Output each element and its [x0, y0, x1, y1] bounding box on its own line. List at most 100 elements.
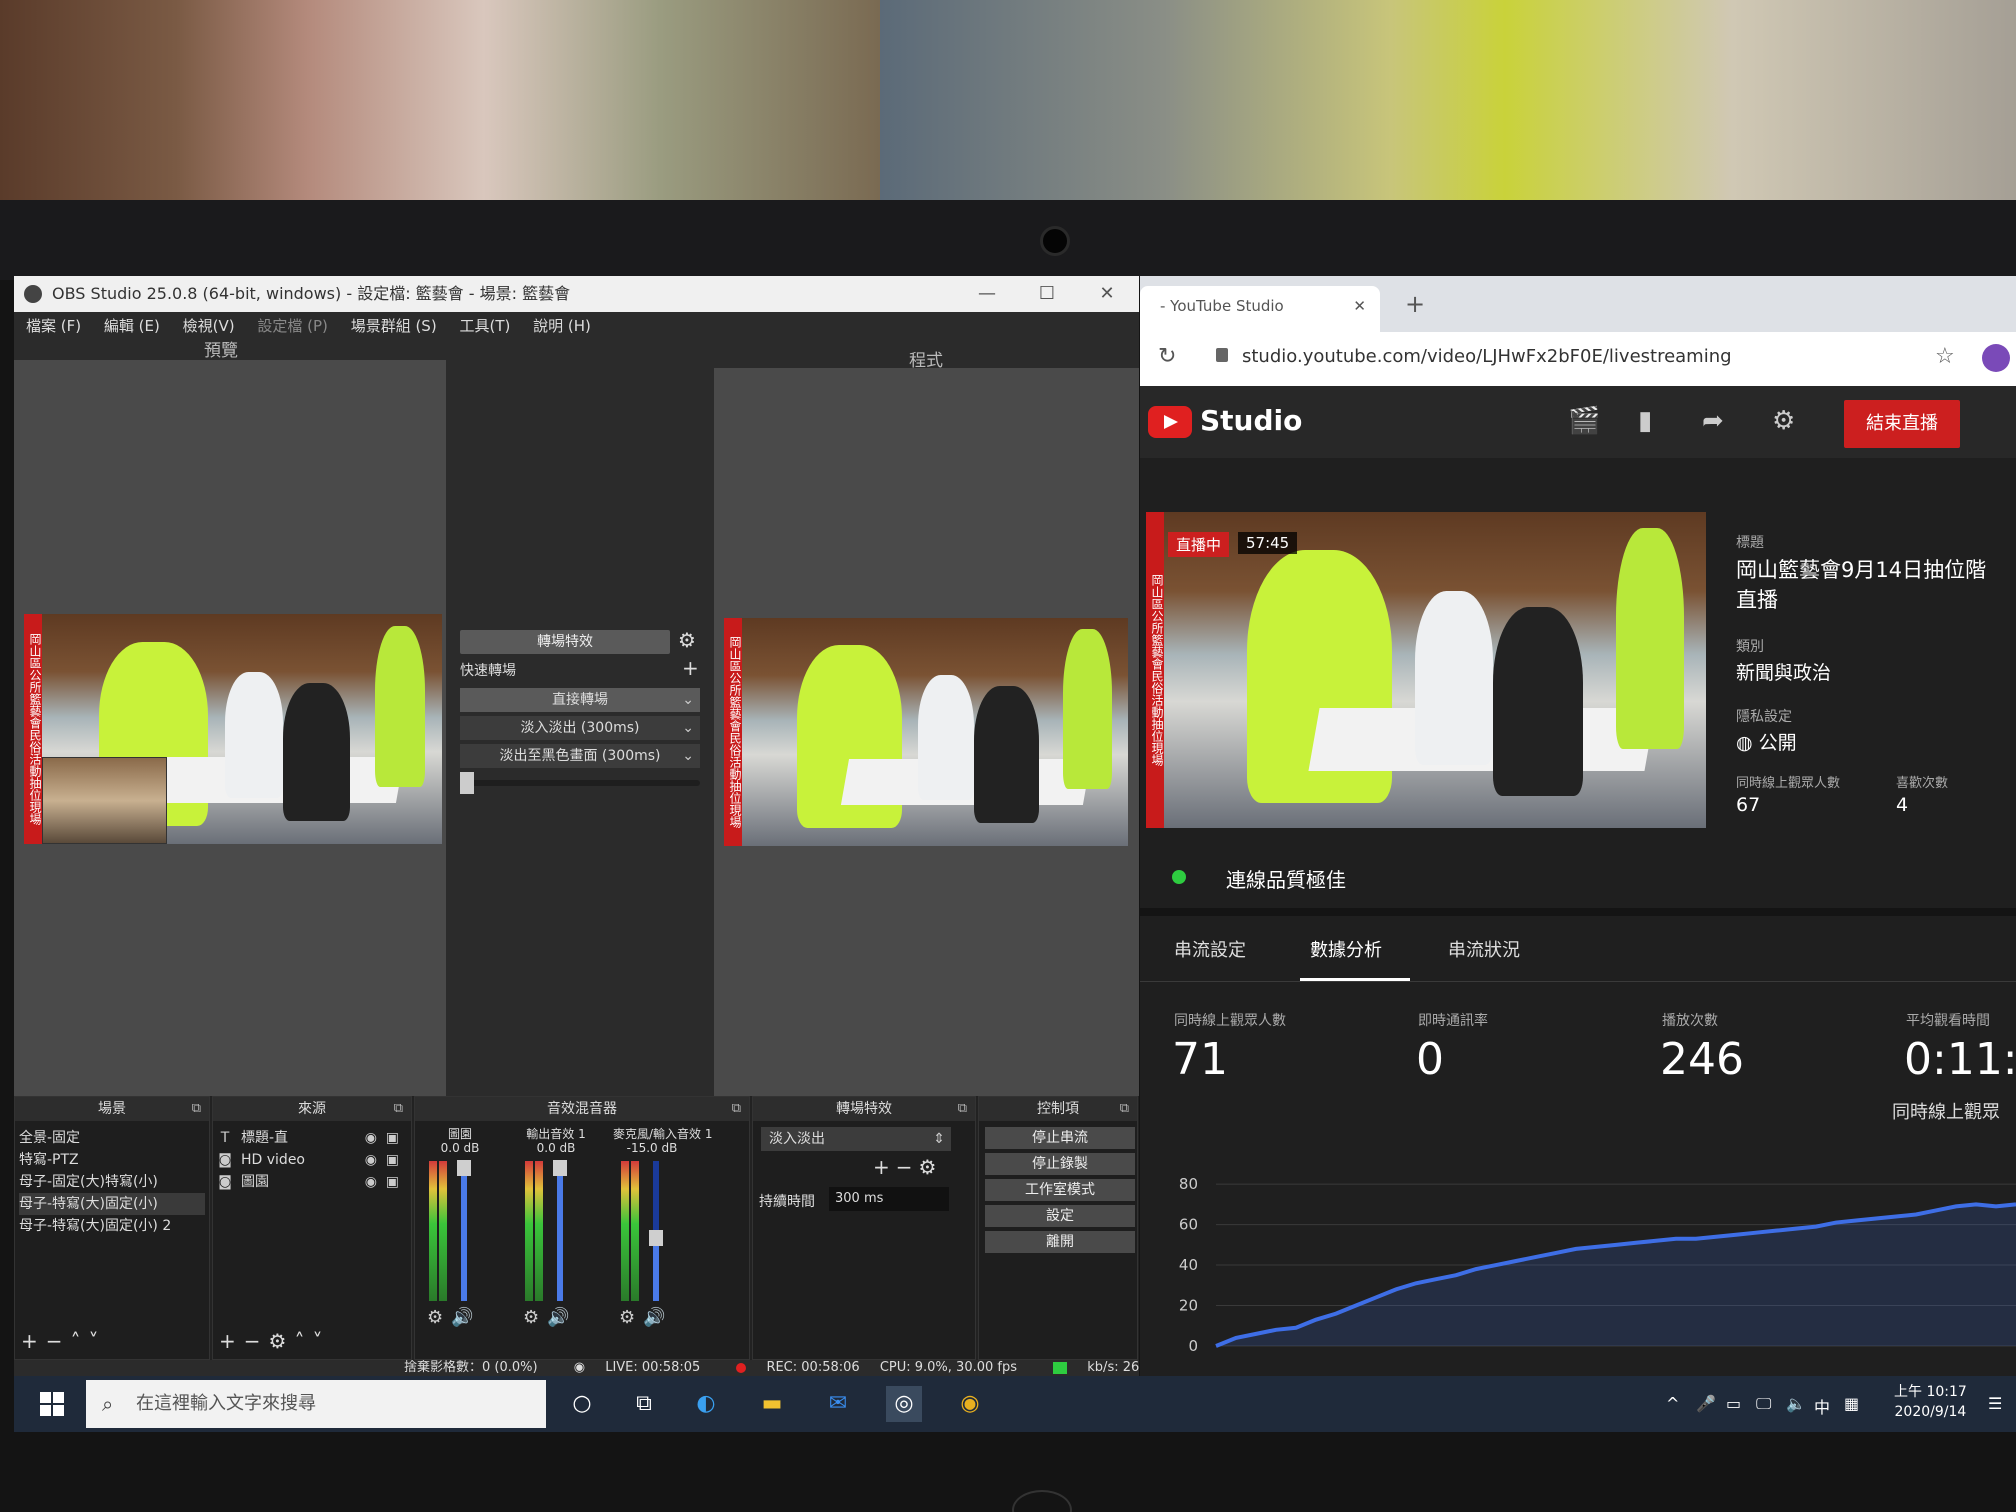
stop-recording-button[interactable]: 停止錄製 [985, 1153, 1135, 1175]
volume-fader[interactable] [553, 1160, 567, 1301]
gear-icon[interactable]: ⚙ [523, 1307, 539, 1328]
cortana-icon[interactable]: ○ [564, 1386, 600, 1422]
menu-help[interactable]: 說明 (H) [533, 312, 591, 340]
menu-file[interactable]: 檔案 (F) [26, 312, 81, 340]
remove-icon[interactable]: − [896, 1155, 919, 1179]
speaker-icon[interactable]: 🔊 [547, 1307, 569, 1328]
menu-profile[interactable]: 設定檔 (P) [257, 312, 328, 340]
scene-item[interactable]: 全景-固定 [19, 1127, 205, 1149]
source-item[interactable]: T 標題-直 ◉ ▣ [217, 1127, 407, 1149]
eye-icon[interactable]: ◉ [365, 1127, 377, 1149]
file-explorer-icon[interactable]: ▬ [754, 1386, 790, 1422]
minimize-icon[interactable]: — [964, 276, 1010, 312]
gear-icon[interactable]: ⚙ [619, 1307, 635, 1328]
transition-effect-button[interactable]: 轉場特效 [460, 630, 670, 654]
gear-icon[interactable]: ⚙ [678, 628, 696, 652]
transition-select[interactable]: 淡入淡出 ⇕ [761, 1127, 951, 1151]
fader-handle[interactable] [457, 1160, 471, 1176]
transition-option-fade[interactable]: 淡入淡出 (300ms) ⌄ [460, 716, 700, 740]
menu-edit[interactable]: 編輯 (E) [104, 312, 160, 340]
undock-icon[interactable]: ⧉ [394, 1097, 403, 1121]
reload-icon[interactable]: ↻ [1158, 344, 1176, 369]
move-up-icon[interactable]: ˄ [71, 1329, 89, 1353]
transition-option-cut[interactable]: 直接轉場 ⌄ [460, 688, 700, 712]
eye-icon[interactable]: ◉ [365, 1171, 377, 1193]
tab-stream-settings[interactable]: 串流設定 [1174, 936, 1246, 962]
plus-icon[interactable]: + [682, 656, 699, 680]
maximize-icon[interactable]: ☐ [1024, 276, 1070, 312]
lock-icon[interactable]: ▣ [386, 1149, 399, 1171]
lock-icon[interactable]: ▣ [386, 1171, 399, 1193]
close-icon[interactable]: ✕ [1084, 276, 1130, 312]
volume-fader[interactable] [649, 1161, 663, 1301]
eye-icon[interactable]: ◉ [365, 1149, 377, 1171]
share-icon[interactable]: ➦ [1702, 406, 1724, 436]
menu-scene-collection[interactable]: 場景群組 (S) [351, 312, 437, 340]
obs-titlebar[interactable]: OBS Studio 25.0.8 (64-bit, windows) - 設定… [14, 276, 1139, 312]
close-tab-icon[interactable]: ✕ [1353, 286, 1366, 326]
source-item[interactable]: ◙ HD video ◉ ▣ [217, 1149, 407, 1171]
gear-icon[interactable]: ⚙ [919, 1155, 943, 1179]
undock-icon[interactable]: ⧉ [732, 1097, 741, 1121]
system-clock[interactable]: 上午 10:17 2020/9/14 [1894, 1382, 1967, 1422]
speaker-icon[interactable]: 🔊 [643, 1307, 665, 1328]
windows-start-icon[interactable] [40, 1392, 64, 1416]
taskbar-search-input[interactable]: ⌕ 在這裡輸入文字來搜尋 [86, 1380, 546, 1428]
ime-mode-icon[interactable]: ▦ [1844, 1394, 1859, 1413]
live-video-player[interactable]: 岡山區公所籃藝會民俗活動抽位現場 直播中 57:45 [1146, 512, 1706, 828]
add-icon[interactable]: + [219, 1329, 244, 1353]
edge-icon[interactable]: ◐ [688, 1386, 724, 1422]
bookmark-star-icon[interactable]: ☆ [1935, 344, 1955, 369]
fader-handle[interactable] [649, 1230, 663, 1246]
ime-indicator[interactable]: 中 [1814, 1394, 1830, 1418]
clapperboard-icon[interactable]: 🎬 [1568, 406, 1600, 436]
tab-stream-health[interactable]: 串流狀況 [1448, 936, 1520, 962]
undock-icon[interactable]: ⧉ [192, 1097, 201, 1121]
add-icon[interactable]: + [21, 1329, 46, 1353]
gear-icon[interactable]: ⚙ [427, 1307, 443, 1328]
mail-icon[interactable]: ✉ [820, 1386, 856, 1422]
volume-icon[interactable]: 🔈 [1786, 1394, 1806, 1413]
obs-taskbar-icon[interactable]: ◎ [886, 1386, 922, 1422]
stop-streaming-button[interactable]: 停止串流 [985, 1127, 1135, 1149]
undock-icon[interactable]: ⧉ [958, 1097, 967, 1121]
youtube-logo-icon[interactable] [1148, 406, 1192, 438]
settings-button[interactable]: 設定 [985, 1205, 1135, 1227]
duration-input[interactable]: 300 ms [829, 1187, 949, 1211]
new-tab-icon[interactable]: + [1405, 290, 1425, 318]
source-item[interactable]: ◙ 圖園 ◉ ▣ [217, 1171, 407, 1193]
move-up-icon[interactable]: ˄ [294, 1329, 312, 1353]
network-icon[interactable]: 🖵 [1756, 1394, 1771, 1414]
settings-gear-icon[interactable]: ⚙ [1772, 406, 1795, 436]
profile-avatar[interactable] [1982, 344, 2010, 372]
gear-icon[interactable]: ⚙ [269, 1329, 295, 1353]
menu-tools[interactable]: 工具(T) [459, 312, 510, 340]
battery-icon[interactable]: ▭ [1726, 1394, 1741, 1413]
studio-mode-button[interactable]: 工作室模式 [985, 1179, 1135, 1201]
volume-fader[interactable] [457, 1160, 471, 1301]
scene-item[interactable]: 母子-固定(大)特寫(小) [19, 1171, 205, 1193]
exit-button[interactable]: 離開 [985, 1231, 1135, 1253]
scene-item[interactable]: 特寫-PTZ [19, 1149, 205, 1171]
url-input[interactable]: studio.youtube.com/video/LJHwFx2bF0E/liv… [1242, 346, 1732, 367]
notifications-icon[interactable]: ☰ [1988, 1394, 2002, 1413]
lock-icon[interactable]: ▣ [386, 1127, 399, 1149]
remove-icon[interactable]: − [244, 1329, 269, 1353]
microphone-icon[interactable]: 🎤 [1696, 1394, 1716, 1413]
move-down-icon[interactable]: ˅ [312, 1329, 330, 1353]
speaker-icon[interactable]: 🔊 [451, 1307, 473, 1328]
chrome-icon[interactable]: ◉ [952, 1386, 988, 1422]
move-down-icon[interactable]: ˅ [89, 1329, 107, 1353]
preview-video[interactable]: 岡山區公所籃藝會民俗活動抽位現場 [24, 614, 442, 844]
t-bar-handle[interactable] [460, 772, 474, 794]
bookmark-icon[interactable]: ▮ [1638, 406, 1652, 436]
scene-item[interactable]: 母子-特寫(大)固定(小) 2 [19, 1215, 205, 1237]
transition-option-fade-black[interactable]: 淡出至黑色畫面 (300ms) ⌄ [460, 744, 700, 768]
add-icon[interactable]: + [873, 1155, 896, 1179]
end-stream-button[interactable]: 結束直播 [1844, 400, 1960, 448]
fader-handle[interactable] [553, 1160, 567, 1176]
remove-icon[interactable]: − [46, 1329, 71, 1353]
t-bar-slider[interactable] [460, 772, 700, 794]
task-view-icon[interactable]: ⧉ [626, 1386, 662, 1422]
tab-analytics[interactable]: 數據分析 [1310, 936, 1382, 962]
